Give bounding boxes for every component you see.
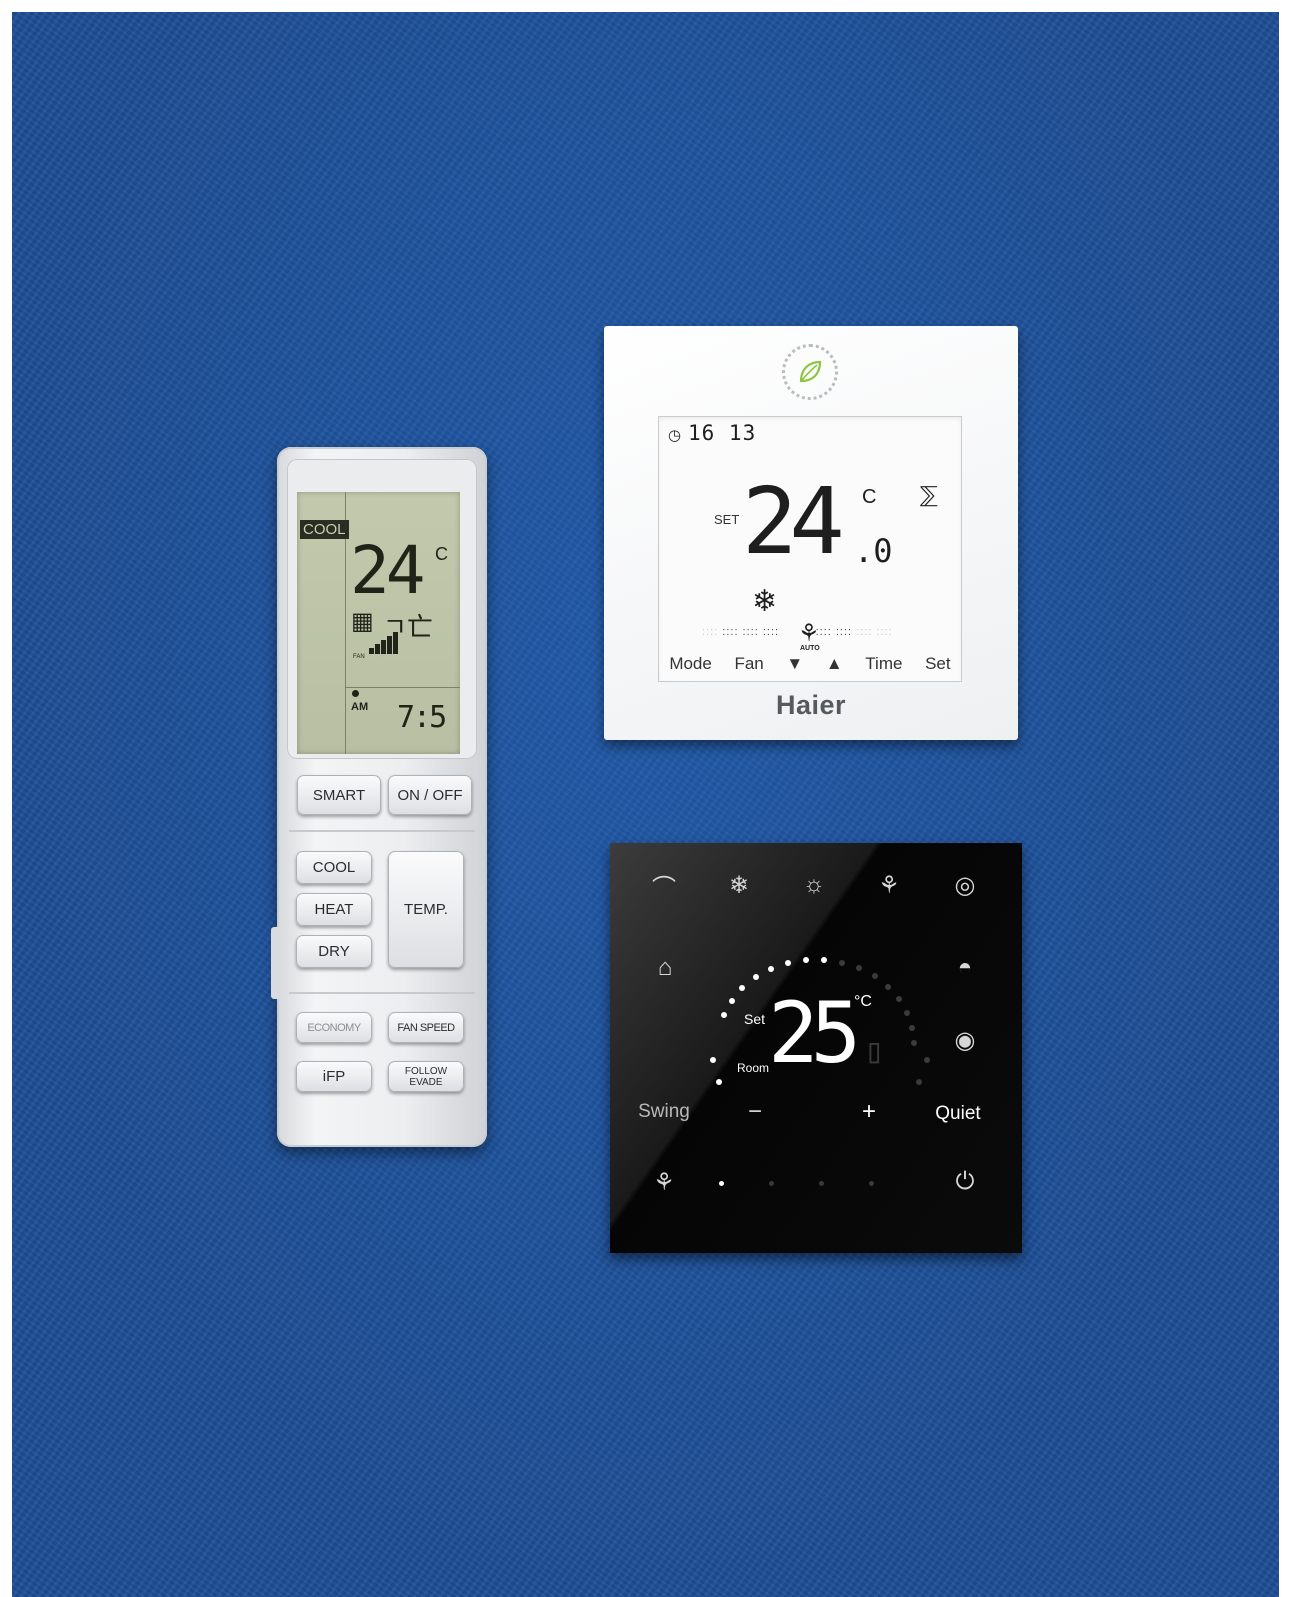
- cool-button[interactable]: COOL: [296, 851, 372, 884]
- arc-dot: [871, 973, 878, 980]
- drop-icon[interactable]: ◎: [948, 868, 982, 902]
- dry-button[interactable]: DRY: [296, 935, 372, 968]
- black-glass-controller: ⌒ ❄ ☼ ⚘ ◎ ⌂ ◓ ◉ Set Room 25 ▯ °C Swing −…: [610, 843, 1022, 1253]
- blue-textured-wall: [12, 12, 1279, 1597]
- eco-leaf-button[interactable]: [782, 344, 838, 400]
- arc-dot: [739, 984, 746, 991]
- arc-dot: [720, 1011, 727, 1018]
- arc-dot: [855, 965, 862, 972]
- smart-button[interactable]: SMART: [297, 775, 381, 815]
- arc-dot: [911, 1040, 917, 1046]
- fan-bar: [381, 640, 386, 654]
- remote-side-button[interactable]: [271, 927, 279, 999]
- minus-button[interactable]: −: [740, 1098, 770, 1125]
- snowflake-icon: ❄: [752, 585, 778, 618]
- handheld-remote: COOL 24 C ▦ ㄱ亡 FAN AM 7:5 SMART ON / OFF…: [271, 447, 487, 1147]
- ifp-button[interactable]: iFP: [296, 1061, 372, 1092]
- arc-dot: [716, 1079, 722, 1085]
- mode-key[interactable]: Mode: [669, 654, 712, 674]
- on-off-button[interactable]: ON / OFF: [388, 775, 472, 815]
- time-key[interactable]: Time: [865, 654, 902, 674]
- evade-label: EVADE: [409, 1076, 443, 1088]
- temperature-unit: C: [862, 486, 877, 508]
- fan-bar: [393, 632, 398, 654]
- white-wall-controller: ◷ 16 13 SET 24 C .0 ⅀ ❄ :::: :::: :::: :…: [604, 326, 1018, 740]
- arc-dot: [916, 1079, 922, 1085]
- lcd-clock-icon: [352, 690, 359, 697]
- lcd-ampm: AM: [351, 701, 369, 713]
- clock-icon: ◷: [668, 427, 682, 444]
- swing-icon: ⅀: [920, 482, 938, 507]
- arc-dot: [904, 1009, 911, 1016]
- swing-button[interactable]: Swing: [634, 1099, 694, 1125]
- snowflake-icon[interactable]: ❄: [722, 868, 756, 902]
- set-label: SET: [714, 512, 740, 527]
- fan-key[interactable]: Fan: [734, 654, 763, 674]
- temperature-display: 25: [768, 984, 861, 1082]
- fan-speed-dot: [769, 1181, 774, 1186]
- arc-dot: [728, 997, 735, 1004]
- fan-speed-button[interactable]: FAN SPEED: [388, 1012, 464, 1043]
- follow-evade-button[interactable]: FOLLOW EVADE: [388, 1061, 464, 1092]
- fan-icon: ⚘: [798, 620, 820, 647]
- arc-dot: [768, 966, 774, 972]
- arc-dot: [838, 959, 845, 966]
- down-key[interactable]: ▼: [786, 654, 803, 674]
- lcd-set-temp: 24: [350, 532, 426, 609]
- set-key[interactable]: Set: [925, 654, 951, 674]
- white-controller-screen: ◷ 16 13 SET 24 C .0 ⅀ ❄ :::: :::: :::: :…: [658, 416, 962, 682]
- arc-dot: [924, 1057, 930, 1063]
- set-temperature: 24: [742, 468, 845, 575]
- arc-dot: [752, 974, 759, 981]
- leaf-icon: [799, 360, 822, 383]
- temperature-decimal: .0: [854, 532, 893, 570]
- sun-icon[interactable]: ☼: [797, 868, 831, 902]
- lcd-fan-label: FAN: [353, 654, 365, 660]
- arc-dot: [909, 1024, 916, 1031]
- follow-label: FOLLOW: [404, 1065, 448, 1077]
- lcd-unit: C: [435, 544, 448, 564]
- fan-bar: [375, 644, 380, 654]
- sleep-icon[interactable]: ◓: [948, 951, 982, 985]
- arc-dot: [784, 960, 791, 967]
- fan-speed-dot: [869, 1181, 874, 1186]
- room-label: Room: [737, 1061, 770, 1075]
- lcd-time: 7:5: [397, 700, 447, 735]
- up-key[interactable]: ▲: [826, 654, 843, 674]
- temperature-decimal-segment: ▯: [864, 1031, 885, 1071]
- remote-separator: [289, 992, 475, 994]
- fan-mode-icon[interactable]: ⚘: [872, 868, 906, 902]
- fan-speed-dot: [819, 1181, 824, 1186]
- arc-dot: [885, 983, 892, 990]
- fan-bar: [387, 636, 392, 654]
- quiet-button[interactable]: Quiet: [930, 1101, 986, 1127]
- auto-mode-icon[interactable]: ⌒: [647, 868, 681, 902]
- lcd-divider: [345, 687, 460, 688]
- arc-dot: [820, 956, 827, 963]
- set-label: Set: [744, 1011, 766, 1027]
- fan-mode-label: AUTO: [800, 645, 820, 652]
- lcd-fan-bars: [369, 632, 399, 654]
- heat-button[interactable]: HEAT: [296, 893, 372, 926]
- lock-icon[interactable]: ⌂: [648, 951, 682, 985]
- arc-dot: [896, 995, 903, 1002]
- arc-dot: [802, 957, 809, 964]
- softkey-row: Mode Fan ▼ ▲ Time Set: [658, 654, 962, 674]
- fan-speed-dot: [719, 1181, 724, 1186]
- fan-icon[interactable]: ⚘: [647, 1165, 681, 1199]
- economy-button[interactable]: ECONOMY: [296, 1012, 372, 1043]
- lcd-mode: COOL: [300, 520, 349, 539]
- remote-separator: [289, 830, 475, 832]
- power-icon[interactable]: ⏻: [948, 1165, 982, 1199]
- arc-dot: [710, 1057, 716, 1063]
- fan-bar: [369, 648, 374, 654]
- eco-icon[interactable]: ◉: [948, 1023, 982, 1057]
- clock-readout: 16 13: [688, 421, 757, 445]
- remote-lcd: COOL 24 C ▦ ㄱ亡 FAN AM 7:5: [297, 492, 460, 754]
- plus-button[interactable]: +: [854, 1098, 884, 1125]
- temp-button[interactable]: TEMP.: [388, 851, 464, 968]
- temperature-unit: °C: [854, 993, 872, 1010]
- brand-logo: Haier: [775, 690, 847, 720]
